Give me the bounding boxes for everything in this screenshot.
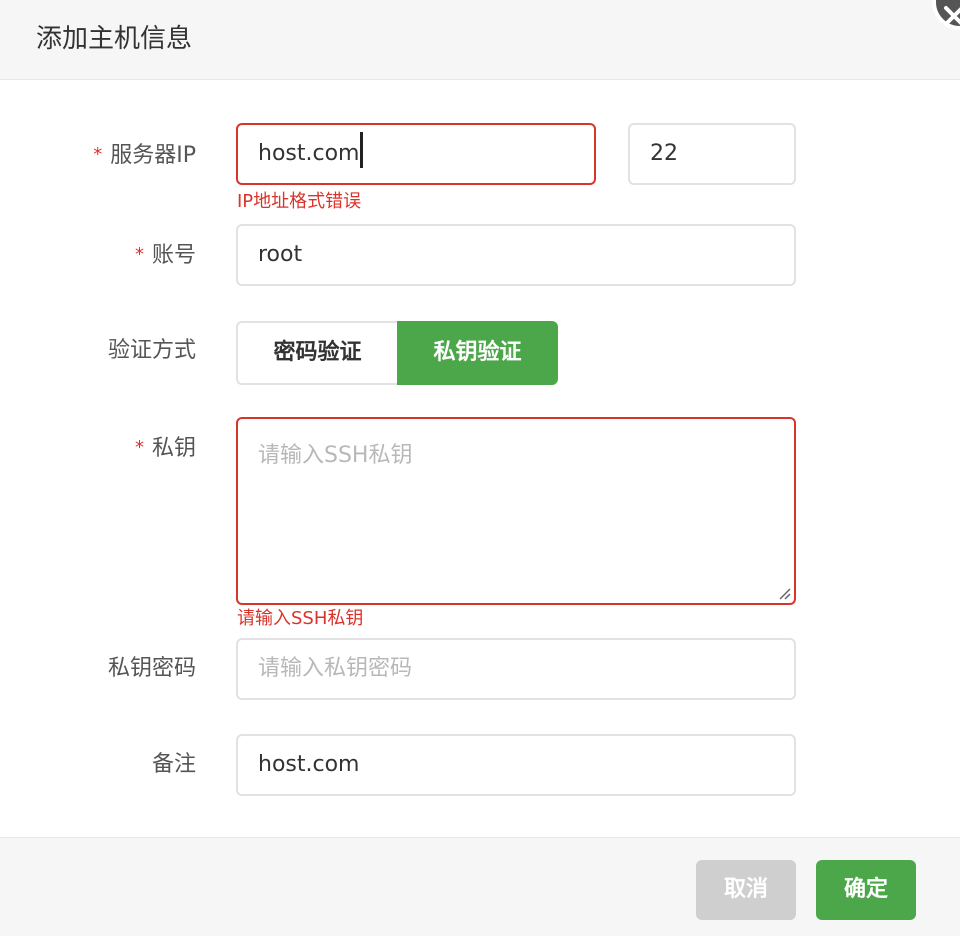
remark-label: 备注: [151, 752, 196, 777]
server-ip-input[interactable]: host.com: [236, 123, 596, 185]
close-icon: [944, 6, 960, 26]
auth-method-toggle: 密码验证 私钥验证: [236, 321, 558, 385]
confirm-button[interactable]: 确定: [816, 860, 916, 920]
private-key-auth-option[interactable]: 私钥验证: [397, 321, 558, 385]
account-input[interactable]: root: [236, 224, 796, 286]
account-label: * 账号: [134, 243, 196, 268]
auth-method-label: 验证方式: [107, 338, 196, 363]
required-mark: *: [93, 144, 103, 165]
password-auth-option[interactable]: 密码验证: [236, 321, 397, 385]
dialog-footer: 取消 确定: [0, 837, 960, 936]
key-password-label: 私钥密码: [107, 656, 196, 681]
cancel-button[interactable]: 取消: [696, 860, 796, 920]
required-mark: *: [134, 437, 144, 458]
private-key-placeholder: 请输入SSH私钥: [258, 443, 413, 468]
dialog-header: 添加主机信息: [0, 0, 960, 80]
dialog-title: 添加主机信息: [36, 24, 193, 54]
text-caret: [360, 132, 364, 168]
remark-input[interactable]: host.com: [236, 734, 796, 796]
resize-grip-icon[interactable]: [776, 585, 792, 601]
server-ip-label: * 服务器IP: [93, 143, 196, 168]
port-input[interactable]: 22: [628, 123, 796, 185]
private-key-label: * 私钥: [134, 436, 196, 461]
key-password-input[interactable]: 请输入私钥密码: [236, 638, 796, 700]
server-ip-error: IP地址格式错误: [237, 191, 362, 212]
private-key-textarea[interactable]: 请输入SSH私钥: [236, 417, 796, 605]
add-host-dialog: 添加主机信息 * 服务器IP host.com 22 IP地址格式错误 * 账号 r…: [0, 0, 960, 936]
private-key-error: 请输入SSH私钥: [237, 608, 364, 629]
required-mark: *: [134, 244, 144, 265]
